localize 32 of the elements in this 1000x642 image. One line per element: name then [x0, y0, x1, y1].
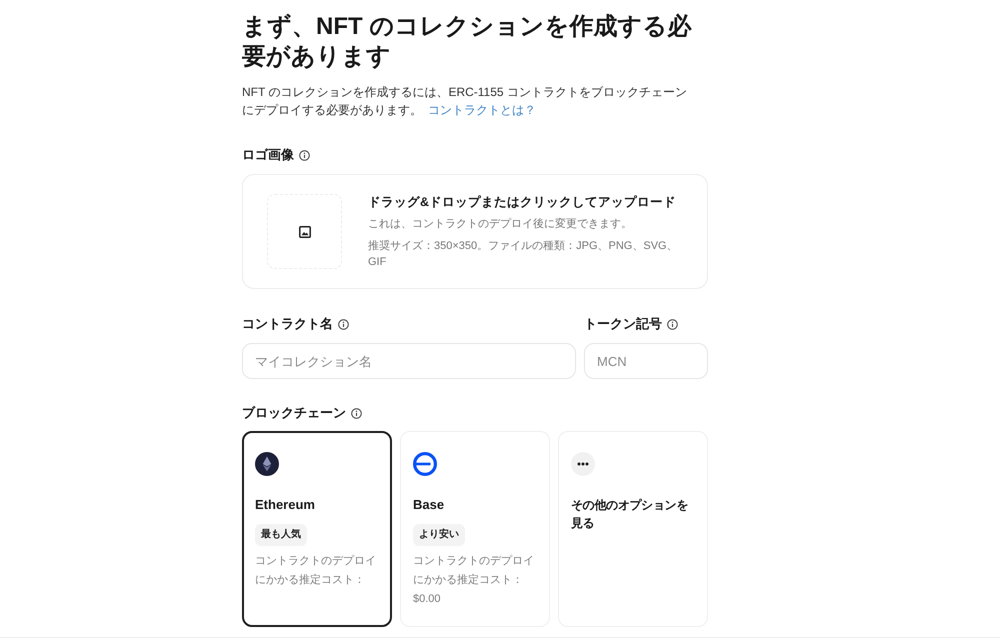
chain-option-card[interactable]: Ethereum 最も人気 コントラクトのデプロイにかかる推定コスト： — [242, 431, 392, 627]
cost-value: $0.00 — [413, 592, 442, 607]
chain-name: Base — [413, 496, 444, 514]
chain-name: Ethereum — [255, 496, 315, 514]
upload-requirements: 推奨サイズ：350×350。ファイルの種類：JPG、PNG、SVG、GIF — [368, 239, 679, 270]
token-symbol-input[interactable]: MCN — [584, 343, 708, 379]
upload-title: ドラッグ&ドロップまたはクリックしてアップロード — [368, 194, 678, 211]
page-heading: まず、NFT のコレクションを作成する必要があります — [242, 12, 693, 72]
info-icon[interactable] — [351, 408, 362, 418]
chain-tag: より安い — [413, 524, 465, 546]
cost-description: コントラクトのデプロイにかかる推定コスト： — [255, 554, 377, 588]
contract-info-link[interactable]: コントラクトとは？ — [428, 103, 536, 117]
chain-tag: 最も人気 — [255, 524, 307, 546]
section-label: ロゴ画像 — [242, 146, 294, 164]
ethereum-logo-icon — [255, 452, 279, 476]
section-label: ブロックチェーン — [242, 404, 346, 422]
chain-name: その他のオプションを見る — [571, 497, 690, 532]
upload-dropzone[interactable]: ドラッグ&ドロップまたはクリックしてアップロード これは、コントラクトのデプロイ後に変更できます。 推奨サイズ：350×350。ファイルの種類：JPG、PNG、SVG、GIF — [242, 174, 708, 289]
info-icon[interactable] — [299, 150, 310, 160]
info-icon[interactable] — [338, 318, 349, 330]
info-icon[interactable] — [667, 318, 678, 330]
chain-option-card[interactable]: Base より安い コントラクトのデプロイにかかる推定コスト： $0.00 — [400, 431, 550, 627]
contract-name-input[interactable]: マイコレクション名 — [242, 343, 576, 379]
base-logo-icon — [413, 452, 437, 476]
field-label: トークン記号 — [584, 315, 662, 333]
image-icon — [298, 226, 310, 238]
field-label: コントラクト名 — [242, 315, 333, 333]
cost-description: コントラクトのデプロイにかかる推定コスト： — [413, 554, 535, 588]
upload-note: これは、コントラクトのデプロイ後に変更できます。 — [368, 216, 633, 232]
intro-text: NFT のコレクションを作成するには、ERC-1155 コントラクトをブロックチェーンにデプロイする必要があります。 コントラクトとは？ — [242, 84, 688, 119]
more-dots-icon — [571, 452, 595, 476]
chain-option-card[interactable]: その他のオプションを見る — [558, 431, 708, 627]
